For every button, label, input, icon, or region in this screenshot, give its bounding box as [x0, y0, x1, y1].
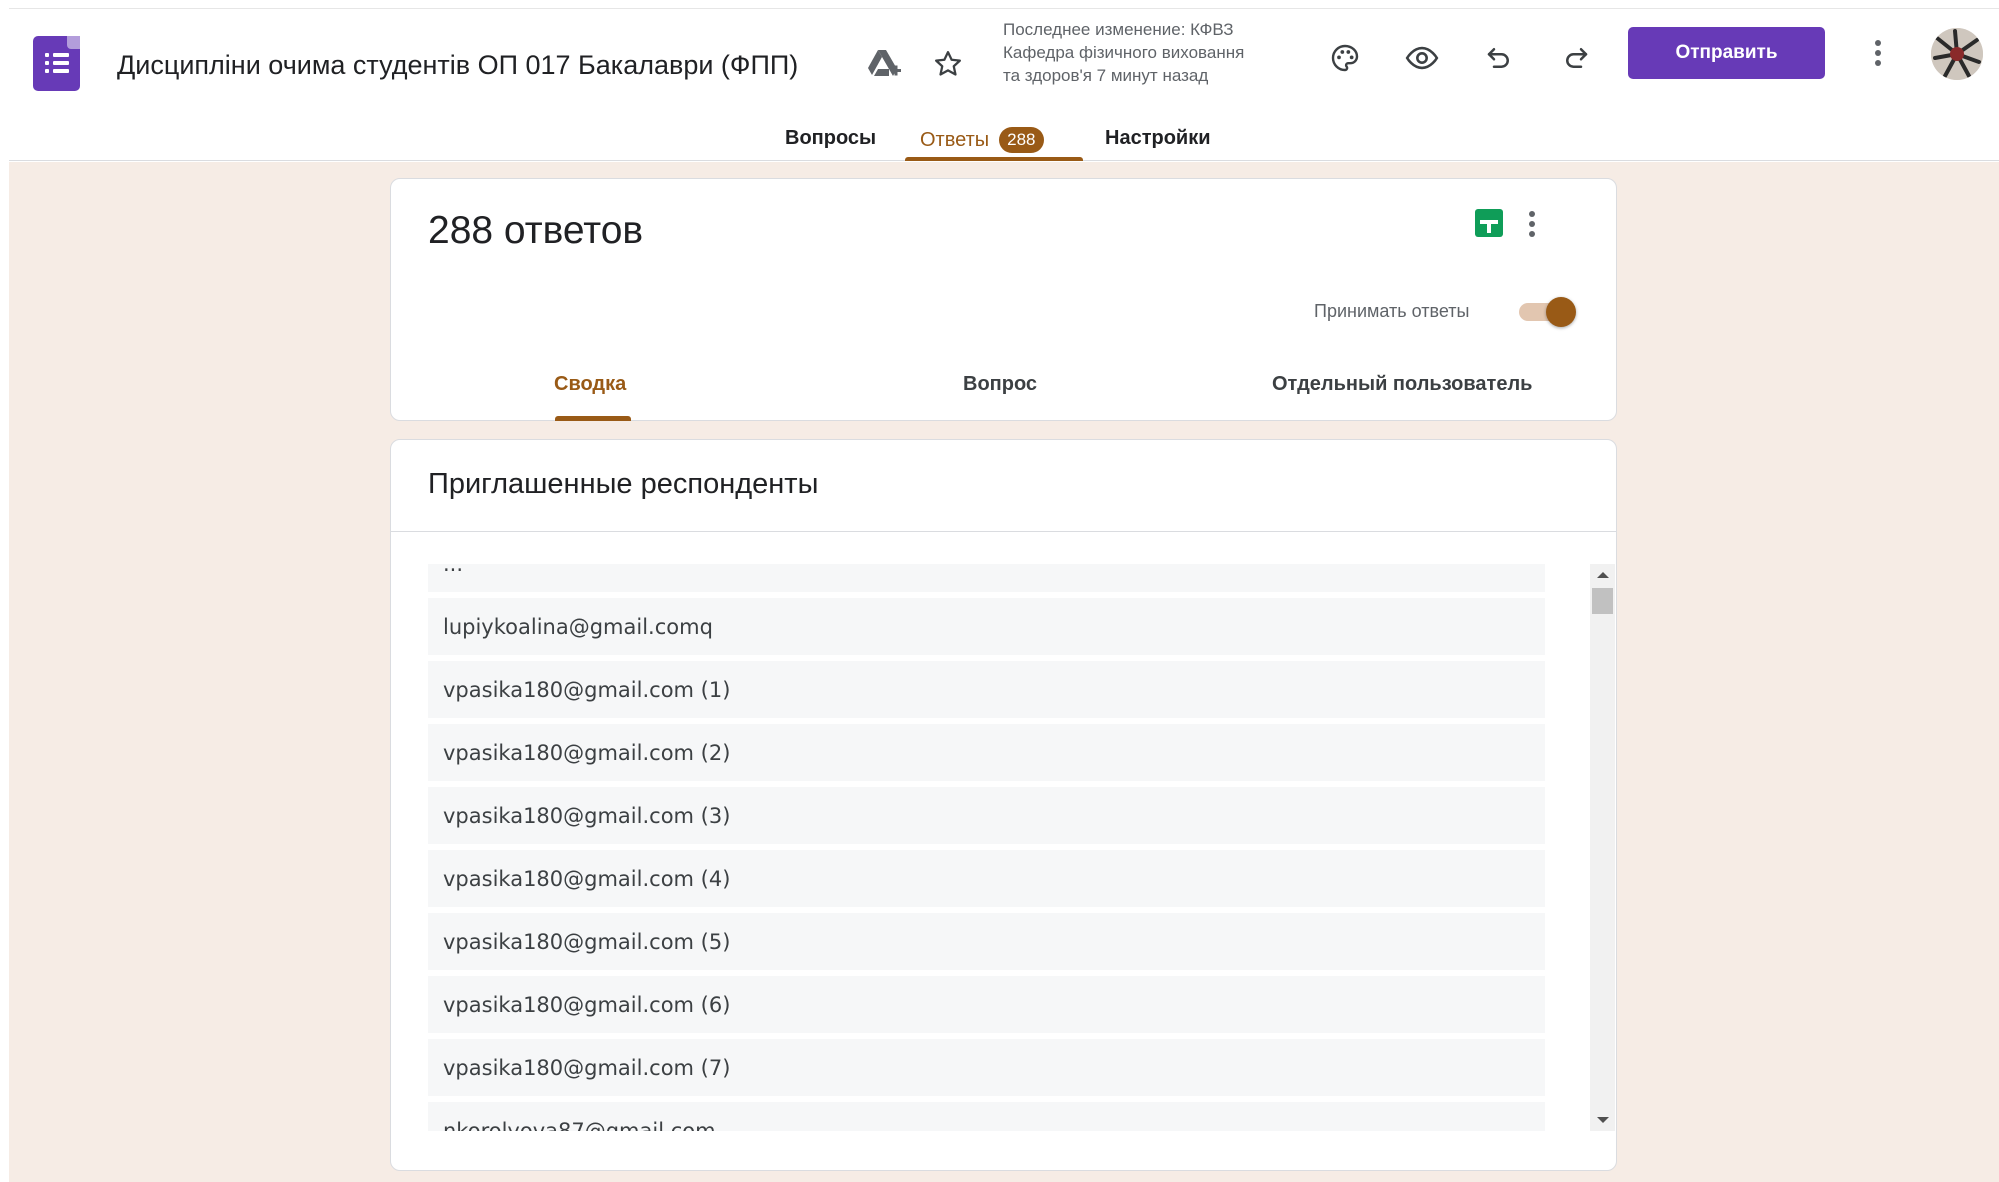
- list-item: ...: [428, 564, 1545, 592]
- document-title[interactable]: Дисципліни очима студентів ОП 017 Бакала…: [117, 50, 798, 81]
- scroll-down-arrow-icon[interactable]: [1597, 1117, 1609, 1123]
- window-left-edge: [0, 0, 9, 1182]
- send-button[interactable]: Отправить: [1628, 27, 1825, 79]
- list-item: nkorolyova87@gmail.com: [428, 1102, 1545, 1131]
- tab-summary[interactable]: Сводка: [554, 373, 626, 396]
- accept-responses-toggle[interactable]: [1516, 295, 1578, 327]
- list-item: vpasika180@gmail.com (4): [428, 850, 1545, 907]
- palette-icon[interactable]: [1325, 38, 1365, 78]
- account-avatar[interactable]: [1931, 28, 1983, 80]
- list-item: vpasika180@gmail.com (3): [428, 787, 1545, 844]
- app-header: Дисципліни очима студентів ОП 017 Бакала…: [9, 10, 1999, 161]
- tab-question[interactable]: Вопрос: [963, 373, 1037, 396]
- more-vert-icon[interactable]: [1875, 40, 1883, 70]
- redo-icon[interactable]: [1556, 38, 1596, 78]
- respondents-list[interactable]: ... lupiykoalina@gmail.comq vpasika180@g…: [428, 564, 1545, 1131]
- drive-add-icon[interactable]: [864, 44, 904, 84]
- list-item: vpasika180@gmail.com (5): [428, 913, 1545, 970]
- tab-responses[interactable]: Ответы 288: [920, 127, 1044, 153]
- form-tabs: Вопросы Ответы 288 Настройки: [9, 115, 1999, 161]
- responses-count-heading: 288 ответов: [428, 209, 644, 252]
- window-top-edge: [0, 0, 1999, 9]
- list-item: vpasika180@gmail.com (1): [428, 661, 1545, 718]
- last-edit-info: Последнее изменение: КФВЗ Кафедра фізичн…: [1003, 20, 1245, 85]
- tab-questions[interactable]: Вопросы: [785, 127, 876, 150]
- accept-responses-label: Принимать ответы: [1314, 301, 1470, 321]
- responses-count-badge: 288: [999, 127, 1044, 153]
- responses-more-vert-icon[interactable]: [1529, 211, 1537, 241]
- star-icon[interactable]: [928, 44, 968, 84]
- tab-settings[interactable]: Настройки: [1105, 127, 1211, 150]
- scrollbar-thumb[interactable]: [1592, 588, 1613, 614]
- list-item: lupiykoalina@gmail.comq: [428, 598, 1545, 655]
- undo-icon[interactable]: [1479, 38, 1519, 78]
- invited-respondents-card: Приглашенные респонденты ... lupiykoalin…: [390, 439, 1617, 1171]
- list-item: vpasika180@gmail.com (2): [428, 724, 1545, 781]
- summary-tab-indicator: [555, 416, 631, 421]
- preview-eye-icon[interactable]: [1402, 38, 1442, 78]
- active-tab-indicator: [905, 157, 1083, 161]
- sheets-link-icon[interactable]: [1475, 209, 1503, 237]
- respondents-scrollbar[interactable]: [1590, 564, 1615, 1131]
- invited-respondents-title: Приглашенные респонденты: [428, 468, 819, 500]
- main-content: 288 ответов Принимать ответы Сводка Вопр…: [9, 162, 1999, 1182]
- responses-summary-card: 288 ответов Принимать ответы Сводка Вопр…: [390, 178, 1617, 421]
- tab-responses-label: Ответы: [920, 129, 990, 151]
- forms-logo-icon[interactable]: [33, 36, 80, 91]
- tab-individual[interactable]: Отдельный пользователь: [1272, 373, 1532, 396]
- scroll-up-arrow-icon[interactable]: [1597, 572, 1609, 578]
- list-item: vpasika180@gmail.com (6): [428, 976, 1545, 1033]
- list-item: vpasika180@gmail.com (7): [428, 1039, 1545, 1096]
- section-divider: [391, 531, 1616, 532]
